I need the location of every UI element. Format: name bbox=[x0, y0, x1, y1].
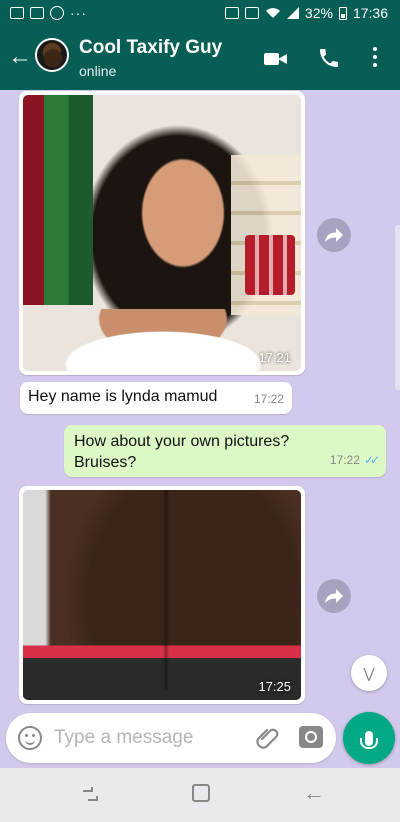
home-icon[interactable] bbox=[192, 784, 210, 802]
clock: 17:36 bbox=[352, 5, 388, 21]
incoming-message[interactable]: Hey name is lynda mamud 17:22 bbox=[20, 382, 292, 414]
wifi-icon bbox=[265, 8, 280, 18]
photo-background-jars bbox=[245, 235, 295, 295]
message-status: 17:22 ✓✓ bbox=[329, 450, 380, 471]
forward-icon[interactable] bbox=[317, 218, 351, 252]
contact-avatar[interactable] bbox=[35, 38, 69, 72]
phone-icon[interactable] bbox=[317, 46, 341, 70]
message-text: How about your own pictures? Bruises? bbox=[74, 433, 290, 471]
camera-icon[interactable] bbox=[299, 726, 323, 748]
message-time: 17:22 bbox=[253, 392, 284, 406]
more-vert-icon[interactable] bbox=[368, 44, 382, 70]
image-message[interactable]: 17:21 bbox=[19, 91, 305, 375]
alarm-icon bbox=[224, 7, 239, 19]
chevron-down-icon: ⋁ bbox=[363, 664, 375, 681]
whatsapp-notification-icon bbox=[50, 6, 64, 20]
gallery-notification-icon bbox=[10, 7, 24, 19]
mic-button[interactable] bbox=[343, 712, 395, 764]
message-composer[interactable]: Type a message bbox=[6, 713, 336, 763]
attach-icon[interactable] bbox=[254, 725, 280, 751]
recent-apps-icon[interactable] bbox=[80, 784, 100, 804]
instagram-notification-icon bbox=[30, 7, 44, 19]
message-time: 17:21 bbox=[258, 350, 291, 365]
status-bar: ··· 32% 17:36 bbox=[0, 0, 400, 26]
double-check-icon: ✓✓ bbox=[363, 453, 380, 467]
mute-icon bbox=[244, 7, 259, 19]
forward-icon[interactable] bbox=[317, 579, 351, 613]
battery-percent: 32% bbox=[304, 5, 333, 21]
battery-icon bbox=[338, 6, 347, 20]
mic-icon bbox=[360, 730, 378, 749]
message-input[interactable]: Type a message bbox=[54, 727, 193, 749]
scroll-down-button[interactable]: ⋁ bbox=[351, 655, 387, 691]
selfie-photo[interactable]: 17:21 bbox=[23, 95, 301, 371]
message-list[interactable]: 17:21 Hey name is lynda mamud 17:22 How … bbox=[0, 90, 400, 710]
system-nav-bar: ← bbox=[0, 768, 400, 822]
edge-panel-handle[interactable] bbox=[395, 225, 400, 390]
image-message[interactable]: 17:25 bbox=[19, 486, 305, 704]
emoji-icon[interactable] bbox=[18, 726, 42, 750]
back-arrow-icon[interactable]: ← bbox=[8, 44, 32, 70]
chat-header: ← Cool Taxify Guy online bbox=[0, 26, 400, 90]
video-call-icon[interactable] bbox=[264, 52, 288, 66]
contact-name[interactable]: Cool Taxify Guy bbox=[79, 37, 222, 59]
message-time: 17:22 bbox=[329, 453, 360, 467]
outgoing-message[interactable]: How about your own pictures? Bruises? 17… bbox=[64, 425, 386, 477]
message-time: 17:25 bbox=[258, 679, 291, 694]
contact-status: online bbox=[79, 63, 117, 79]
back-icon[interactable]: ← bbox=[303, 782, 325, 806]
back-photo[interactable]: 17:25 bbox=[23, 490, 301, 700]
message-text: Hey name is lynda mamud bbox=[28, 388, 218, 405]
signal-icon bbox=[286, 7, 299, 19]
more-notifications-icon: ··· bbox=[70, 5, 87, 21]
